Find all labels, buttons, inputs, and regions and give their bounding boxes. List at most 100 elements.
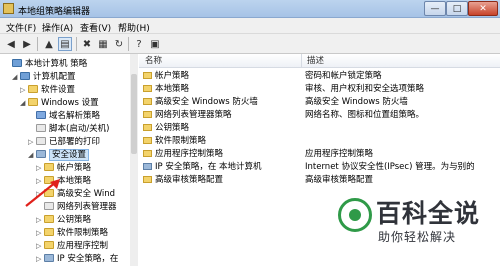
shield-icon bbox=[44, 254, 54, 262]
folder-icon bbox=[44, 215, 54, 223]
tree-item[interactable]: ◢ 计算机配置 bbox=[12, 71, 76, 84]
folder-icon bbox=[28, 85, 38, 93]
tree-item-label: 域名解析策略 bbox=[49, 111, 101, 121]
tree-item[interactable]: ▷ IP 安全策略，在 bbox=[36, 253, 118, 266]
shield-icon bbox=[143, 163, 152, 170]
toolbar-separator bbox=[37, 37, 38, 51]
list-row[interactable]: 帐户策略 密码和帐户锁定策略 bbox=[139, 70, 500, 82]
menu-action[interactable]: 操作(A) bbox=[42, 21, 73, 34]
list-row-name-cell: 网络列表管理器策略 bbox=[143, 109, 232, 121]
list-row[interactable]: 软件限制策略 bbox=[139, 135, 500, 147]
tree-item[interactable]: ▷ 已部署的打印 bbox=[28, 136, 100, 149]
expander-icon[interactable]: ▷ bbox=[36, 240, 44, 253]
tree-item-label: 已部署的打印 bbox=[49, 137, 101, 147]
list-header: 名称 描述 bbox=[139, 54, 500, 68]
expander-icon[interactable]: ▷ bbox=[36, 253, 44, 266]
folder-icon bbox=[143, 111, 152, 118]
list-row[interactable]: IP 安全策略，在 本地计算机 Internet 协议安全性(IPsec) 管理。… bbox=[139, 161, 500, 173]
show-hide-tree-icon[interactable]: ▤ bbox=[58, 37, 72, 51]
help-icon[interactable]: ? bbox=[132, 37, 146, 51]
list-row[interactable]: 本地策略 审核、用户权利和安全选项策略 bbox=[139, 83, 500, 95]
shield-icon bbox=[36, 150, 46, 158]
watermark-logo-icon bbox=[338, 198, 372, 232]
expander-icon[interactable]: ◢ bbox=[12, 71, 20, 84]
tree-item[interactable]: ▷ 软件设置 bbox=[20, 84, 75, 97]
menu-view[interactable]: 查看(V) bbox=[80, 21, 111, 34]
list-row[interactable]: 应用程序控制策略 应用程序控制策略 bbox=[139, 148, 500, 160]
list-row[interactable]: 网络列表管理器策略 网络名称、图标和位置组策略。 bbox=[139, 109, 500, 121]
column-name[interactable]: 名称 bbox=[145, 55, 162, 67]
tree-item-label: 计算机配置 bbox=[33, 72, 76, 82]
tree-item[interactable]: 本地计算机 策略 bbox=[4, 58, 87, 71]
menu-bar: 文件(F) 操作(A) 查看(V) 帮助(H) bbox=[0, 18, 500, 34]
tree-item[interactable]: 域名解析策略 bbox=[28, 110, 100, 123]
delete-icon[interactable]: ✖ bbox=[80, 37, 94, 51]
tree-item-label: IP 安全策略，在 bbox=[57, 254, 119, 264]
maximize-button[interactable]: □ bbox=[446, 1, 468, 16]
list-row-name: 公钥策略 bbox=[155, 123, 190, 133]
list-row-name: 本地策略 bbox=[155, 84, 190, 94]
close-button[interactable]: ✕ bbox=[468, 1, 498, 16]
folder-icon bbox=[143, 150, 152, 157]
tree-item[interactable]: ▷ 应用程序控制 bbox=[36, 240, 108, 253]
forward-icon[interactable]: ▶ bbox=[20, 37, 34, 51]
tree-scrollbar[interactable] bbox=[130, 54, 138, 266]
list-row[interactable]: 高级审核策略配置 高级审核策略配置 bbox=[139, 174, 500, 186]
folder-icon bbox=[143, 176, 152, 183]
menu-help[interactable]: 帮助(H) bbox=[118, 21, 150, 34]
column-description[interactable]: 描述 bbox=[307, 55, 324, 67]
tree-item-label: Windows 设置 bbox=[41, 98, 99, 108]
annotation-arrow bbox=[25, 179, 60, 207]
up-folder-icon[interactable]: ▲ bbox=[42, 37, 56, 51]
back-icon[interactable]: ◀ bbox=[4, 37, 18, 51]
expander-icon[interactable]: ▷ bbox=[36, 162, 44, 175]
app-icon bbox=[3, 3, 14, 14]
folder-icon bbox=[143, 85, 152, 92]
folder-icon bbox=[143, 72, 152, 79]
list-row-name-cell: IP 安全策略，在 本地计算机 bbox=[143, 161, 262, 173]
toolbar: ◀ ▶ ▲ ▤ ✖ ▦ ↻ ? ▣ bbox=[0, 34, 500, 54]
tree-item[interactable]: ▷ 帐户策略 bbox=[36, 162, 91, 175]
tree-item-label: 脚本(启动/关机) bbox=[49, 124, 110, 134]
list-row-name: 应用程序控制策略 bbox=[155, 149, 224, 159]
properties-icon[interactable]: ▦ bbox=[96, 37, 110, 51]
list-row-name: 高级审核策略配置 bbox=[155, 175, 224, 185]
tree-item-label: 帐户策略 bbox=[57, 163, 92, 173]
tree-item-label: 本地计算机 策略 bbox=[25, 59, 88, 69]
list-row-description: 审核、用户权利和安全选项策略 bbox=[305, 84, 425, 94]
expander-icon[interactable]: ▷ bbox=[28, 136, 36, 149]
expander-icon[interactable]: ◢ bbox=[20, 97, 28, 110]
tree-item[interactable]: ▷ 软件限制策略 bbox=[36, 227, 108, 240]
list-row-description: 密码和帐户锁定策略 bbox=[305, 71, 382, 81]
refresh-icon[interactable]: ↻ bbox=[112, 37, 126, 51]
expander-icon[interactable]: ▷ bbox=[20, 84, 28, 97]
watermark-title: 百科全说 bbox=[376, 199, 481, 228]
mmc-icon[interactable]: ▣ bbox=[148, 37, 162, 51]
menu-file[interactable]: 文件(F) bbox=[6, 21, 36, 34]
list-row-name: 帐户策略 bbox=[155, 71, 190, 81]
column-separator[interactable] bbox=[301, 54, 302, 68]
folder-icon bbox=[28, 98, 38, 106]
title-bar: 本地组策略编辑器 — □ ✕ bbox=[0, 0, 500, 18]
expander-icon[interactable]: ▷ bbox=[36, 227, 44, 240]
list-row-description: 网络名称、图标和位置组策略。 bbox=[305, 110, 425, 120]
tree-item-label: 安全设置 bbox=[49, 149, 90, 161]
list-row[interactable]: 高级安全 Windows 防火墙 高级安全 Windows 防火墙 bbox=[139, 96, 500, 108]
tree-item[interactable]: ◢ 安全设置 bbox=[28, 149, 90, 162]
scrollbar-thumb[interactable] bbox=[131, 74, 137, 154]
tree-item[interactable]: ▷ 公钥策略 bbox=[36, 214, 91, 227]
list-row-description: 高级审核策略配置 bbox=[305, 175, 374, 185]
list-row-name-cell: 高级安全 Windows 防火墙 bbox=[143, 96, 258, 108]
list-row-description: 应用程序控制策略 bbox=[305, 149, 374, 159]
doc-icon bbox=[36, 137, 46, 145]
expander-icon[interactable]: ▷ bbox=[36, 214, 44, 227]
tree-item[interactable]: ◢ Windows 设置 bbox=[20, 97, 99, 110]
tree-item[interactable]: 脚本(启动/关机) bbox=[28, 123, 110, 136]
expander-icon[interactable]: ◢ bbox=[28, 149, 36, 162]
minimize-button[interactable]: — bbox=[424, 1, 446, 16]
list-row-description: 高级安全 Windows 防火墙 bbox=[305, 97, 408, 107]
policy-icon bbox=[36, 111, 46, 119]
watermark: 百科全说 助你轻松解决 bbox=[336, 192, 500, 262]
toolbar-separator bbox=[128, 37, 129, 51]
list-row[interactable]: 公钥策略 bbox=[139, 122, 500, 134]
